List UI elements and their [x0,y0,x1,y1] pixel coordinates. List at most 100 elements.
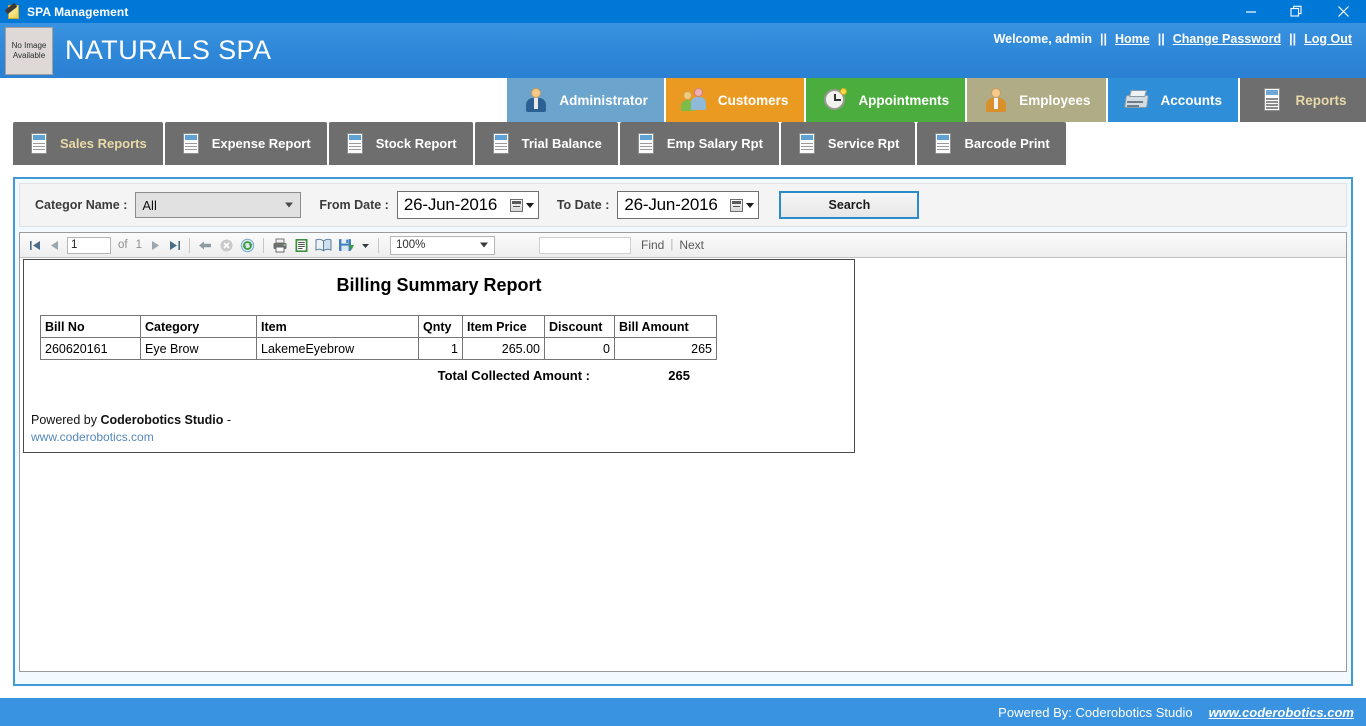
reports-sub-navigation: Sales Reports Expense Report Stock Repor… [0,122,1366,165]
chevron-down-icon [525,202,534,208]
nav-tab-administrator[interactable]: Administrator [507,78,664,122]
subnav-trial-balance[interactable]: Trial Balance [474,122,618,165]
from-date-label: From Date : [319,198,389,212]
window-controls [1228,0,1366,23]
user-session-bar: Welcome, admin || Home || Change Passwor… [990,32,1356,46]
report-doc-icon [1259,87,1285,113]
cell-bill-amount: 265 [614,337,717,360]
previous-page-icon[interactable] [45,235,64,256]
table-row: 260620161 Eye Brow LakemeEyebrow 1 265.0… [40,337,717,360]
logo-placeholder-line1: No Image [11,40,47,50]
column-header-bill-no: Bill No [40,315,141,338]
report-doc-icon [933,132,955,156]
from-date-value: 26-Jun-2016 [403,195,498,214]
report-viewer: 1 of 1 100% Find | Next Billing Summary … [19,232,1347,672]
subnav-sales-reports-label: Sales Reports [60,136,147,151]
subnav-sales-reports[interactable]: Sales Reports [13,122,163,165]
report-filter-bar: Categor Name : All From Date : 26-Jun-20… [19,183,1347,227]
logo-placeholder-line2: Available [12,50,46,60]
last-page-icon[interactable] [165,235,184,256]
footer-website-link[interactable]: www.coderobotics.com [1209,705,1354,720]
column-header-discount: Discount [544,315,615,338]
report-canvas: Billing Summary Report Bill No Category … [20,258,1346,671]
separator-3: || [1289,32,1297,46]
chevron-down-icon [285,202,294,208]
nav-tab-employees-label: Employees [1019,92,1091,108]
clock-icon [822,87,848,113]
powered-by-prefix: Powered by [31,413,101,427]
column-header-item: Item [256,315,419,338]
page-number-input[interactable]: 1 [67,236,111,254]
first-page-icon[interactable] [26,235,45,256]
stop-icon[interactable] [216,235,237,256]
find-button[interactable]: Find [641,238,664,252]
nav-tab-reports[interactable]: Reports [1240,78,1366,122]
close-icon[interactable] [1320,0,1366,23]
to-date-input[interactable]: 26-Jun-2016 [617,191,760,219]
nav-tab-customers[interactable]: Customers [665,78,805,122]
to-date-label: To Date : [556,198,610,212]
column-header-bill-amount: Bill Amount [614,315,717,338]
category-name-value: All [142,197,157,213]
subnav-stock-report[interactable]: Stock Report [328,122,473,165]
log-out-link[interactable]: Log Out [1304,32,1352,46]
print-layout-icon[interactable] [291,235,312,256]
column-header-item-price: Item Price [462,315,545,338]
window-titlebar: SPA Management [0,0,1366,23]
category-name-label: Categor Name : [35,198,128,212]
nav-tab-administrator-label: Administrator [559,92,648,108]
zoom-level-select[interactable]: 100% [390,235,495,255]
report-page: Billing Summary Report Bill No Category … [23,259,855,453]
report-total-row: Total Collected Amount : 265 [24,368,854,383]
powered-by-suffix: - [223,413,232,427]
toolbar-divider [378,237,379,253]
next-page-icon[interactable] [146,235,165,256]
window-title: SPA Management [27,4,129,19]
search-button[interactable]: Search [779,191,920,219]
nav-tab-appointments[interactable]: Appointments [806,78,966,122]
report-doc-icon [797,132,819,156]
nav-tab-employees[interactable]: Employees [967,78,1107,122]
back-arrow-icon[interactable] [195,235,216,256]
restore-icon[interactable] [1274,0,1320,23]
welcome-text: Welcome, admin [993,32,1092,46]
from-date-input[interactable]: 26-Jun-2016 [396,191,539,219]
report-powered-by: Powered by Coderobotics Studio - www.cod… [31,413,854,444]
find-input[interactable] [539,236,631,254]
page-setup-icon[interactable] [312,235,335,256]
brand-title: NATURALS SPA [65,35,272,65]
powered-by-company: Coderobotics Studio [100,413,224,427]
total-collected-amount-value: 265 [668,368,690,383]
subnav-barcode-print-label: Barcode Print [964,136,1050,151]
category-name-select[interactable]: All [135,192,302,218]
subnav-stock-report-label: Stock Report [375,136,457,151]
total-pages-label: 1 [135,239,142,251]
nav-tab-appointments-label: Appointments [858,92,950,108]
subnav-emp-salary-rpt[interactable]: Emp Salary Rpt [619,122,779,165]
subnav-barcode-print[interactable]: Barcode Print [917,122,1066,165]
refresh-icon[interactable] [237,235,258,256]
report-viewer-toolbar: 1 of 1 100% Find | Next [20,233,1346,258]
column-header-qnty: Qnty [418,315,463,338]
minimize-icon[interactable] [1228,0,1274,23]
home-link[interactable]: Home [1115,32,1150,46]
cell-category: Eye Brow [140,337,257,360]
export-dropdown-caret-icon[interactable] [358,235,373,256]
cash-register-icon [1124,87,1150,113]
calendar-icon [730,198,744,212]
subnav-service-rpt[interactable]: Service Rpt [780,122,916,165]
nav-tab-accounts[interactable]: Accounts [1108,78,1238,122]
employee-icon [983,87,1009,113]
to-date-value: 26-Jun-2016 [624,195,718,214]
table-header-row: Bill No Category Item Qnty Item Price Di… [40,315,717,338]
report-website-url[interactable]: www.coderobotics.com [31,430,854,444]
calendar-icon [509,198,523,212]
subnav-expense-report[interactable]: Expense Report [164,122,327,165]
subnav-emp-salary-rpt-label: Emp Salary Rpt [666,136,763,151]
change-password-link[interactable]: Change Password [1173,32,1281,46]
separator-2: || [1157,32,1165,46]
export-save-icon[interactable] [335,235,358,256]
people-group-icon [680,87,708,113]
print-icon[interactable] [269,235,291,256]
find-next-button[interactable]: Next [679,238,704,252]
